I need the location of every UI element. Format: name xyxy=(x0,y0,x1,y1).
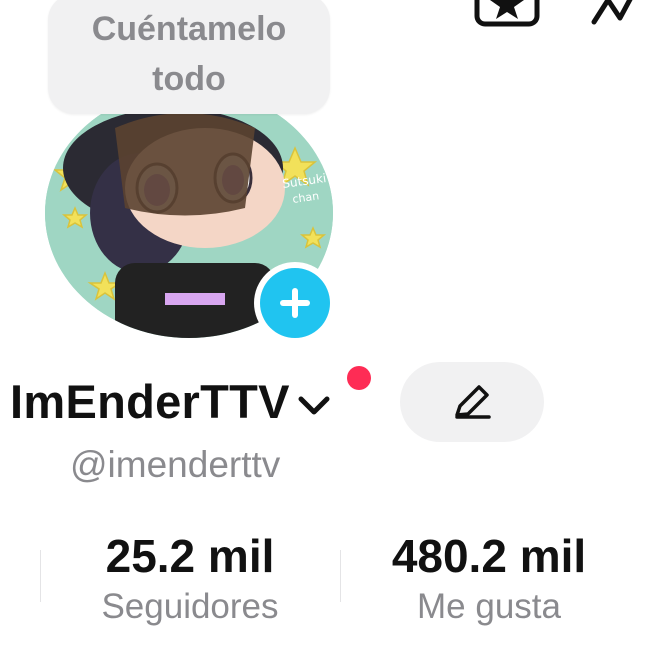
plus-icon xyxy=(280,288,310,318)
likes-label: Me gusta xyxy=(417,587,561,626)
stats-divider-left xyxy=(40,550,41,602)
stats-divider-middle xyxy=(340,550,341,602)
pencil-icon xyxy=(455,385,491,419)
display-name: ImEnderTTV xyxy=(10,375,290,428)
followers-stat[interactable]: 25.2 mil Seguidores xyxy=(60,528,320,630)
add-story-button[interactable] xyxy=(254,262,336,344)
notification-dot xyxy=(347,366,371,390)
username-handle: @imenderttv xyxy=(70,444,281,485)
display-name-row[interactable]: ImEnderTTV xyxy=(10,374,332,429)
likes-count: 480.2 mil xyxy=(391,530,587,582)
followers-count: 25.2 mil xyxy=(105,530,275,582)
edit-profile-button[interactable] xyxy=(400,362,544,442)
star-box-icon[interactable] xyxy=(474,0,540,30)
activity-icon[interactable] xyxy=(588,0,651,32)
followers-label: Seguidores xyxy=(101,587,279,626)
likes-stat[interactable]: 480.2 mil Me gusta xyxy=(350,528,628,630)
chevron-down-icon[interactable] xyxy=(296,394,332,418)
bio-prompt-bubble[interactable]: Cuéntamelo todo xyxy=(48,0,330,114)
bio-prompt-text: Cuéntamelo todo xyxy=(91,10,287,98)
